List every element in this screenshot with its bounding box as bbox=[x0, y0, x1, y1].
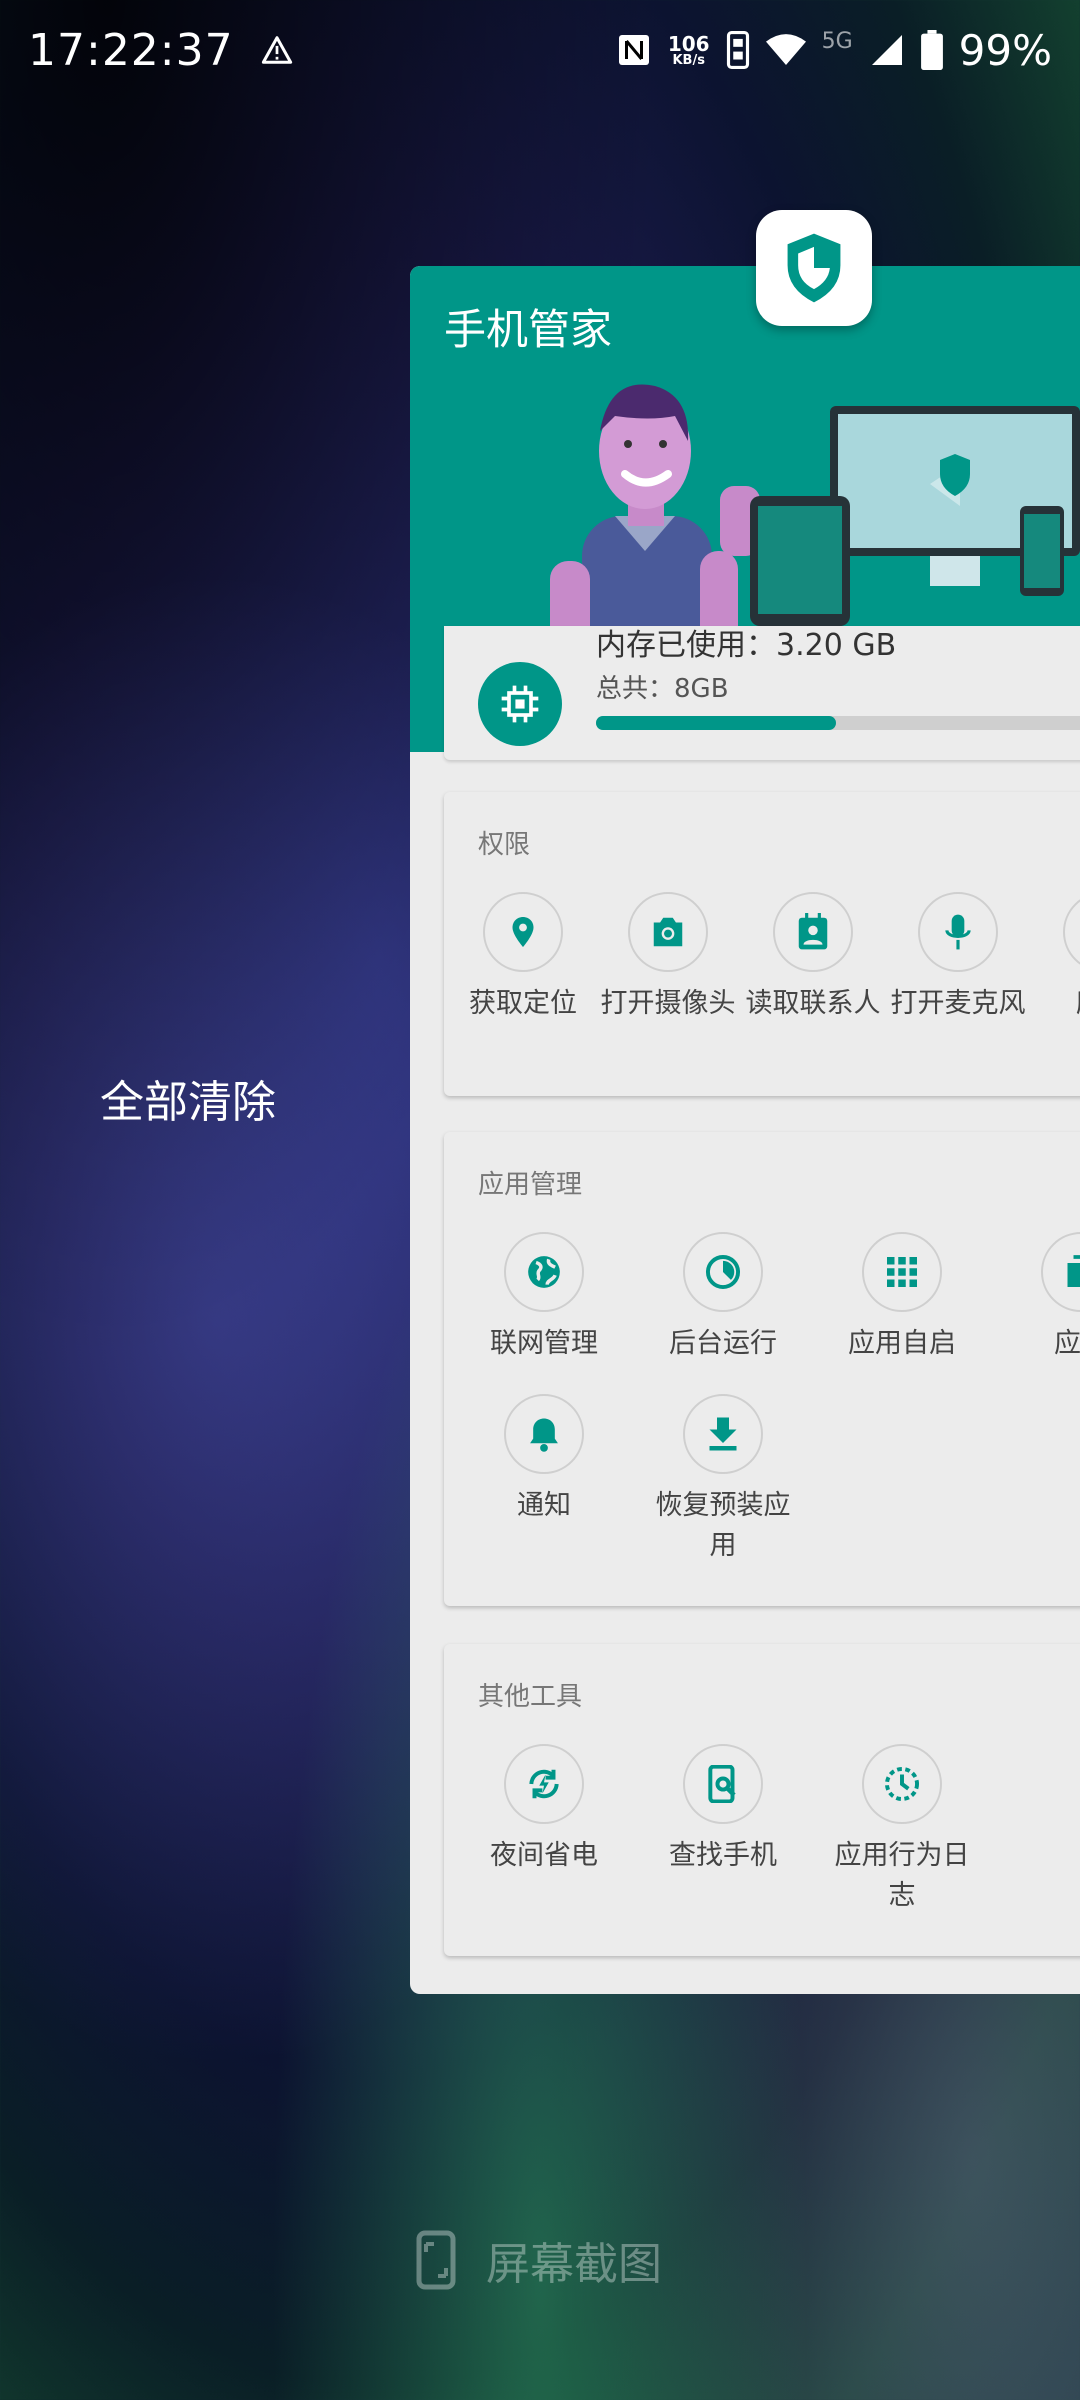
permission-location[interactable]: 获取定位 bbox=[448, 892, 598, 1024]
battery-percent: 99% bbox=[958, 25, 1052, 75]
shield-icon bbox=[787, 233, 841, 303]
recent-app-card[interactable]: 手机管家 内存已使用：3.20 GB 总共：8GB 权限 获取定位 打开摄像头 … bbox=[410, 266, 1080, 1994]
camera-icon bbox=[628, 892, 708, 972]
permission-contacts[interactable]: 读取联系人 bbox=[738, 892, 888, 1024]
signal-icon bbox=[871, 35, 902, 65]
vibrate-icon bbox=[726, 31, 749, 69]
grid-apps-icon bbox=[862, 1232, 942, 1312]
permission-camera[interactable]: 打开摄像头 bbox=[593, 892, 743, 1024]
memory-usage-fill bbox=[596, 716, 836, 730]
section-title: 权限 bbox=[478, 830, 531, 860]
clear-all-button[interactable]: 全部清除 bbox=[100, 1066, 276, 1130]
status-bar: 17:22:37 106 KB/s 5G 99% bbox=[0, 0, 1080, 100]
memory-total: 总共：8GB bbox=[596, 674, 729, 704]
screenshot-icon bbox=[416, 2230, 456, 2290]
section-title: 其他工具 bbox=[478, 1682, 583, 1712]
warning-icon bbox=[261, 36, 292, 64]
permissions-section: 权限 获取定位 打开摄像头 读取联系人 打开麦克风 bbox=[444, 792, 1080, 1096]
copy-apps-icon bbox=[1041, 1232, 1080, 1312]
screenshot-label: 屏幕截图 bbox=[486, 2239, 662, 2290]
find-phone[interactable]: 查找手机 bbox=[648, 1744, 798, 1876]
memory-usage-bar bbox=[596, 716, 1080, 730]
location-pin-icon bbox=[483, 892, 563, 972]
app-list[interactable]: 应用 bbox=[1006, 1232, 1080, 1364]
status-time: 17:22:37 bbox=[28, 24, 234, 76]
app-icon-phone-manager[interactable] bbox=[756, 210, 872, 326]
memory-chip-icon bbox=[478, 662, 562, 746]
network-type: 5G bbox=[821, 28, 853, 54]
find-phone-icon bbox=[683, 1744, 763, 1824]
app-title: 手机管家 bbox=[444, 305, 613, 354]
memory-used: 内存已使用：3.20 GB bbox=[596, 628, 897, 663]
permission-all[interactable]: 所有 bbox=[1028, 892, 1080, 1024]
download-icon bbox=[683, 1394, 763, 1474]
wifi-icon bbox=[765, 34, 806, 65]
memory-card[interactable]: 内存已使用：3.20 GB 总共：8GB bbox=[444, 626, 1080, 760]
restore-preinstalled-apps[interactable]: 恢复预装应用 bbox=[648, 1394, 798, 1566]
battery-icon bbox=[920, 30, 943, 70]
background-running[interactable]: 后台运行 bbox=[648, 1232, 798, 1364]
app-management-section: 应用管理 联网管理 后台运行 应用自启 应 通知 恢复预装应用 bbox=[444, 1132, 1080, 1606]
bell-icon bbox=[504, 1394, 584, 1474]
notifications[interactable]: 通知 bbox=[469, 1394, 619, 1526]
nfc-icon bbox=[618, 35, 649, 65]
pie-timer-icon bbox=[683, 1232, 763, 1312]
network-management[interactable]: 联网管理 bbox=[469, 1232, 619, 1364]
network-speed: 106 KB/s bbox=[667, 31, 710, 68]
screenshot-button[interactable]: 屏幕截图 bbox=[416, 2228, 662, 2292]
contacts-icon bbox=[773, 892, 853, 972]
section-title: 应用管理 bbox=[478, 1170, 583, 1200]
app-autostart[interactable]: 应用自启 bbox=[827, 1232, 977, 1364]
other-tools-section: 其他工具 夜间省电 查找手机 应用行为日志 bbox=[444, 1644, 1080, 1956]
activity-log-icon bbox=[862, 1744, 942, 1824]
more-icon bbox=[1063, 892, 1080, 972]
permission-microphone[interactable]: 打开麦克风 bbox=[883, 892, 1033, 1024]
globe-icon bbox=[504, 1232, 584, 1312]
microphone-icon bbox=[918, 892, 998, 972]
app-behavior-log[interactable]: 应用行为日志 bbox=[827, 1744, 977, 1916]
night-power-saving[interactable]: 夜间省电 bbox=[469, 1744, 619, 1876]
battery-saver-icon bbox=[504, 1744, 584, 1824]
